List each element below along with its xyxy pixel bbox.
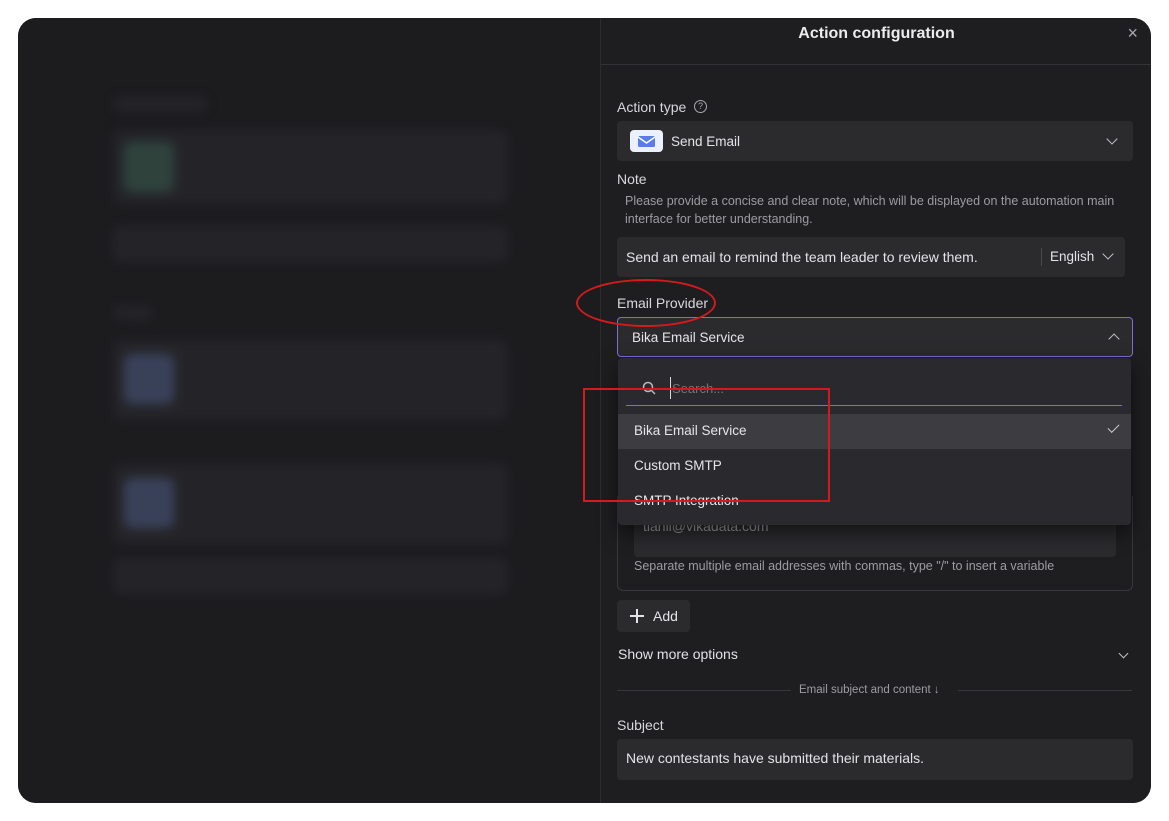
language-select[interactable]: English: [1050, 249, 1094, 264]
subject-field[interactable]: New contestants have submitted their mat…: [617, 739, 1133, 780]
background-page: [18, 18, 600, 803]
app-window: Action configuration × Action type ? Sen…: [18, 18, 1151, 803]
option-label: SMTP Integration: [634, 493, 739, 508]
divider-line: [617, 690, 791, 691]
email-provider-select[interactable]: Bika Email Service: [617, 317, 1133, 357]
blurred-button: [113, 226, 508, 262]
email-provider-value: Bika Email Service: [632, 330, 745, 345]
add-button[interactable]: Add: [617, 600, 690, 632]
show-more-options[interactable]: Show more options: [618, 646, 738, 662]
check-icon: [1107, 420, 1120, 434]
chevron-down-icon[interactable]: [1118, 648, 1129, 659]
chevron-down-icon: [1102, 248, 1114, 260]
action-configuration-panel: Action configuration × Action type ? Sen…: [600, 18, 1151, 803]
action-type-select[interactable]: Send Email: [617, 121, 1133, 161]
blurred-heading: [113, 306, 153, 320]
option-smtp-integration[interactable]: SMTP Integration: [618, 484, 1131, 519]
blurred-content: [18, 18, 600, 803]
blurred-heading: [113, 96, 208, 112]
chevron-up-icon: [1108, 333, 1120, 345]
search-input[interactable]: [670, 377, 1094, 399]
divider: [1041, 248, 1042, 266]
panel-title: Action configuration: [798, 25, 955, 42]
plus-icon: [630, 609, 644, 623]
search-icon: [642, 381, 656, 395]
help-icon[interactable]: ?: [694, 100, 707, 113]
dropdown-search[interactable]: [626, 370, 1122, 406]
email-provider-label: Email Provider: [617, 295, 709, 311]
panel-header: Action configuration ×: [601, 18, 1151, 65]
action-type-value: Send Email: [671, 134, 741, 149]
section-divider-label: Email subject and content ↓: [799, 684, 940, 696]
add-button-label: Add: [653, 608, 678, 624]
note-hint-line1: Please provide a concise and clear note,…: [625, 194, 1115, 208]
blurred-icon: [124, 142, 174, 192]
option-label: Bika Email Service: [634, 423, 747, 438]
subject-label: Subject: [617, 717, 664, 733]
blurred-button: [113, 558, 508, 594]
email-icon: [630, 130, 663, 152]
email-provider-dropdown: Bika Email Service Custom SMTP SMTP Inte…: [618, 358, 1131, 525]
note-hint-line2: interface for better understanding.: [625, 212, 813, 226]
subject-input[interactable]: New contestants have submitted their mat…: [626, 750, 924, 766]
blurred-icon: [124, 354, 174, 404]
chevron-down-icon: [1106, 133, 1118, 145]
blurred-icon: [124, 478, 174, 528]
option-custom-smtp[interactable]: Custom SMTP: [618, 449, 1131, 484]
option-bika-email-service[interactable]: Bika Email Service: [618, 414, 1131, 449]
option-label: Custom SMTP: [634, 458, 722, 473]
close-icon[interactable]: ×: [1127, 23, 1138, 44]
note-field[interactable]: Send an email to remind the team leader …: [617, 237, 1125, 277]
action-type-label: Action type: [617, 99, 687, 115]
note-label: Note: [617, 171, 647, 187]
recipient-hint: Separate multiple email addresses with c…: [634, 559, 1055, 573]
divider-line: [958, 690, 1132, 691]
note-input[interactable]: Send an email to remind the team leader …: [626, 249, 978, 265]
